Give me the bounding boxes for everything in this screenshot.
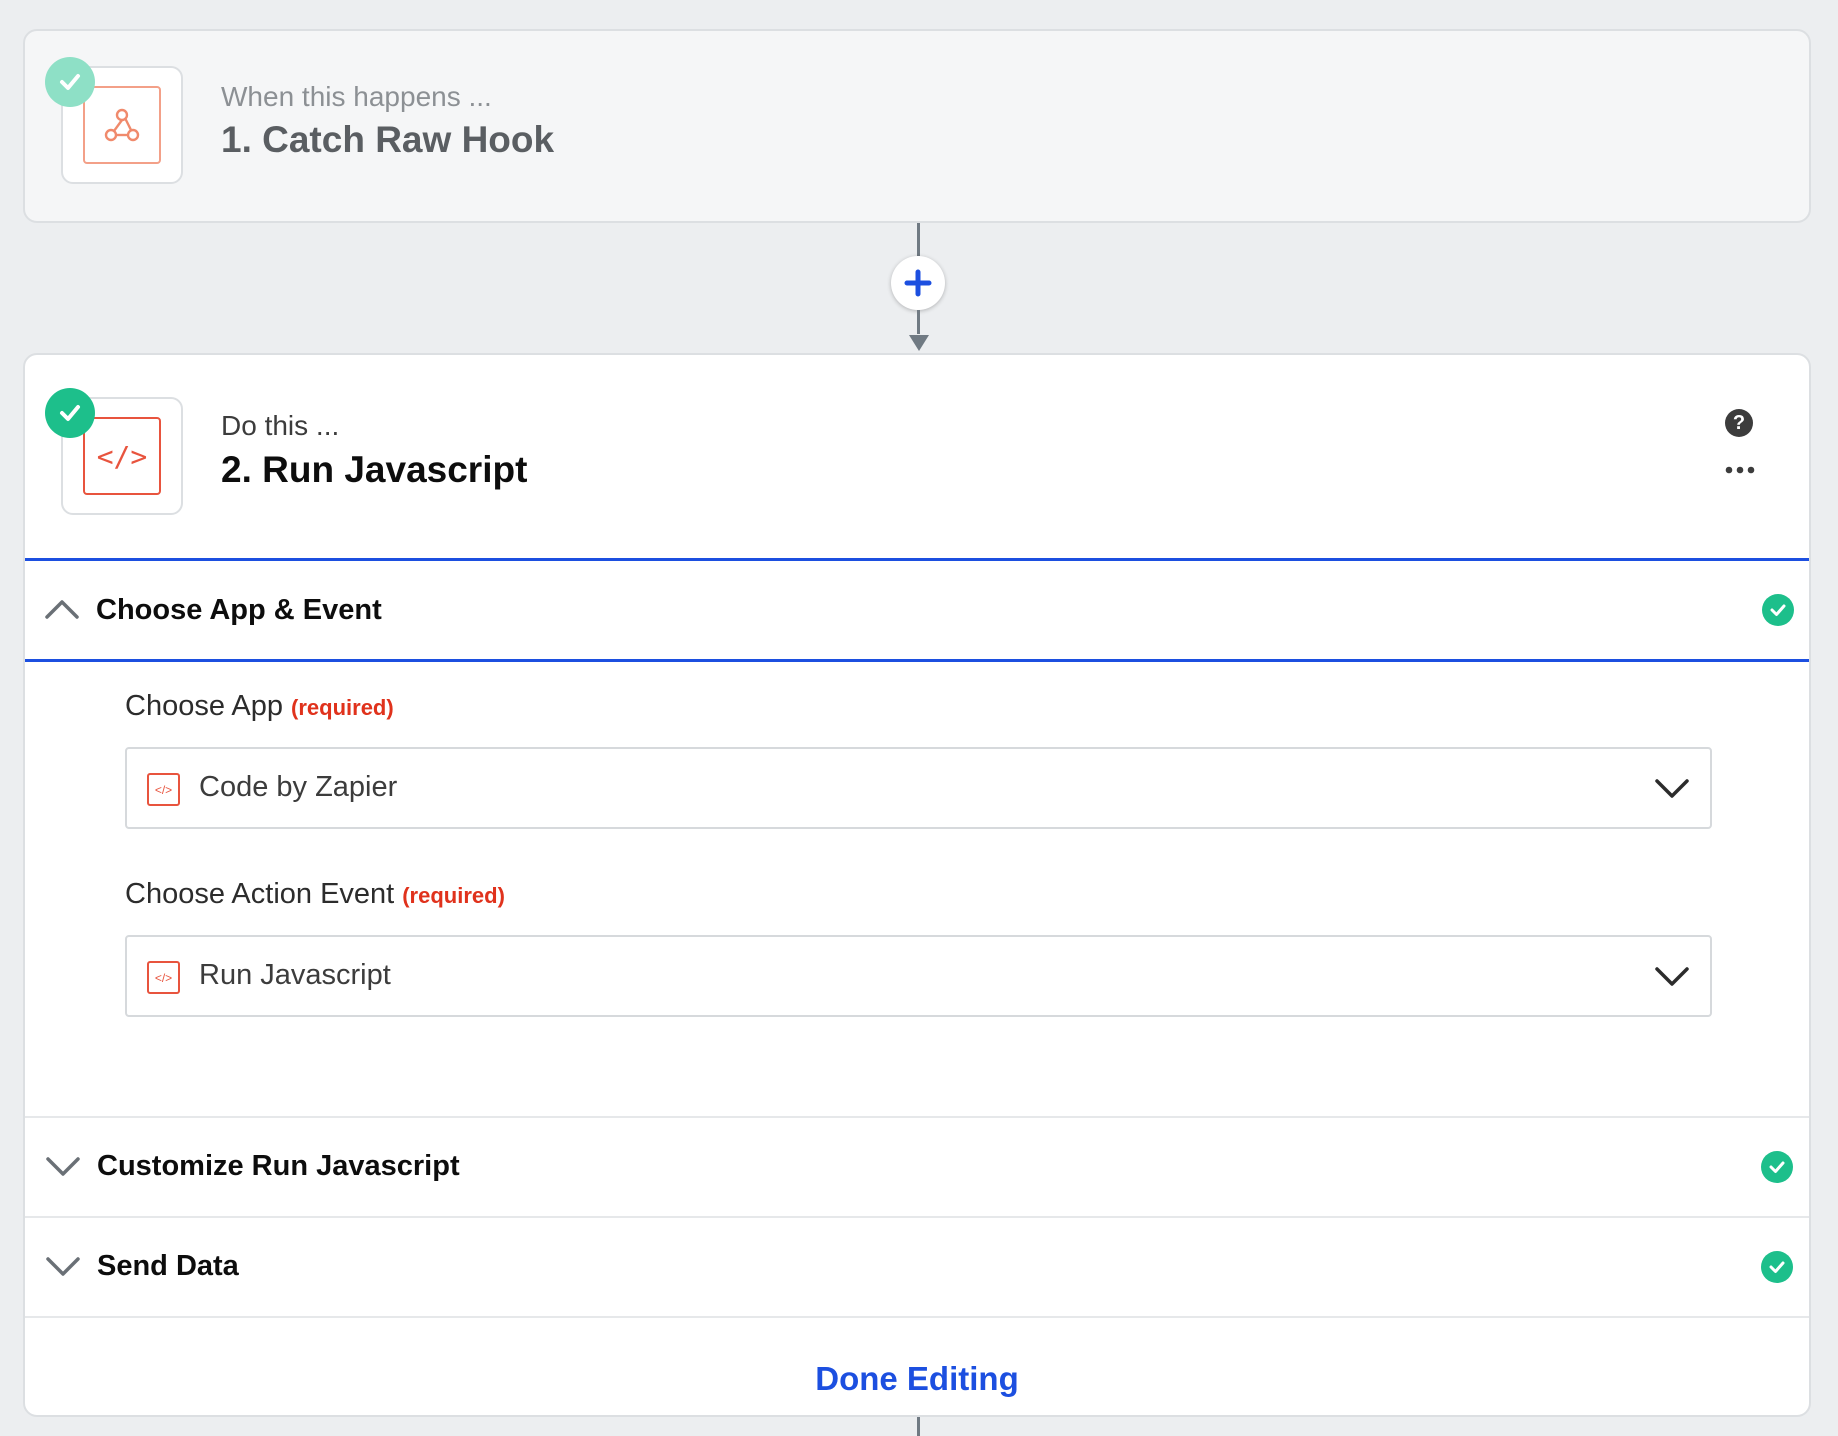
- connector-line-bottom: [917, 310, 920, 334]
- section-send-data[interactable]: Send Data: [25, 1218, 1809, 1316]
- more-dots-icon: [1725, 466, 1755, 474]
- action-complete-check-icon: [45, 388, 95, 438]
- action-subtitle: Do this ...: [221, 410, 340, 441]
- chevron-down-icon: [1655, 967, 1689, 986]
- choose-app-label: Choose App (required): [125, 690, 394, 722]
- check-circle-icon: [1761, 1151, 1793, 1183]
- choose-action-event-label: Choose Action Event (required): [125, 878, 505, 910]
- code-icon: </>: [147, 961, 180, 994]
- trigger-title: 1. Catch Raw Hook: [221, 119, 555, 160]
- trigger-step-card[interactable]: When this happens ... 1. Catch Raw Hook: [23, 29, 1811, 223]
- required-tag: (required): [402, 883, 505, 908]
- choose-app-select[interactable]: </> Code by Zapier: [125, 747, 1712, 829]
- action-title: 2. Run Javascript: [221, 449, 528, 490]
- help-question-icon[interactable]: ?: [1725, 409, 1753, 437]
- more-options-button[interactable]: [1725, 463, 1755, 477]
- section-title-choose-app-event: Choose App & Event: [96, 594, 382, 626]
- arrow-down-icon: [909, 335, 929, 351]
- action-step-card: </> Do this ... 2. Run Javascript ? Choo…: [23, 353, 1811, 1417]
- check-circle-icon: [1762, 594, 1794, 626]
- webhook-icon: [83, 86, 161, 164]
- chevron-down-icon: [46, 1257, 80, 1276]
- plus-icon: [904, 269, 932, 297]
- choose-action-event-select[interactable]: </> Run Javascript: [125, 935, 1712, 1017]
- add-step-button[interactable]: [891, 256, 945, 310]
- section-customize-run-javascript[interactable]: Customize Run Javascript: [25, 1118, 1809, 1216]
- code-icon: </>: [83, 417, 161, 495]
- choose-app-value: Code by Zapier: [199, 771, 398, 803]
- choose-action-event-value: Run Javascript: [199, 959, 391, 991]
- section-choose-app-event[interactable]: Choose App & Event: [25, 558, 1809, 662]
- chevron-up-icon: [45, 600, 79, 619]
- divider: [25, 1316, 1809, 1318]
- chevron-down-icon: [46, 1157, 80, 1176]
- code-icon: </>: [147, 773, 180, 806]
- connector-line-top: [917, 223, 920, 256]
- done-editing-button[interactable]: Done Editing: [25, 1360, 1809, 1398]
- trigger-complete-check-icon: [45, 57, 95, 107]
- chevron-down-icon: [1655, 779, 1689, 798]
- required-tag: (required): [291, 695, 394, 720]
- check-circle-icon: [1761, 1251, 1793, 1283]
- section-title-customize: Customize Run Javascript: [97, 1150, 460, 1182]
- section-title-send-data: Send Data: [97, 1250, 239, 1282]
- trigger-subtitle: When this happens ...: [221, 81, 492, 112]
- connector-line-next: [917, 1417, 920, 1436]
